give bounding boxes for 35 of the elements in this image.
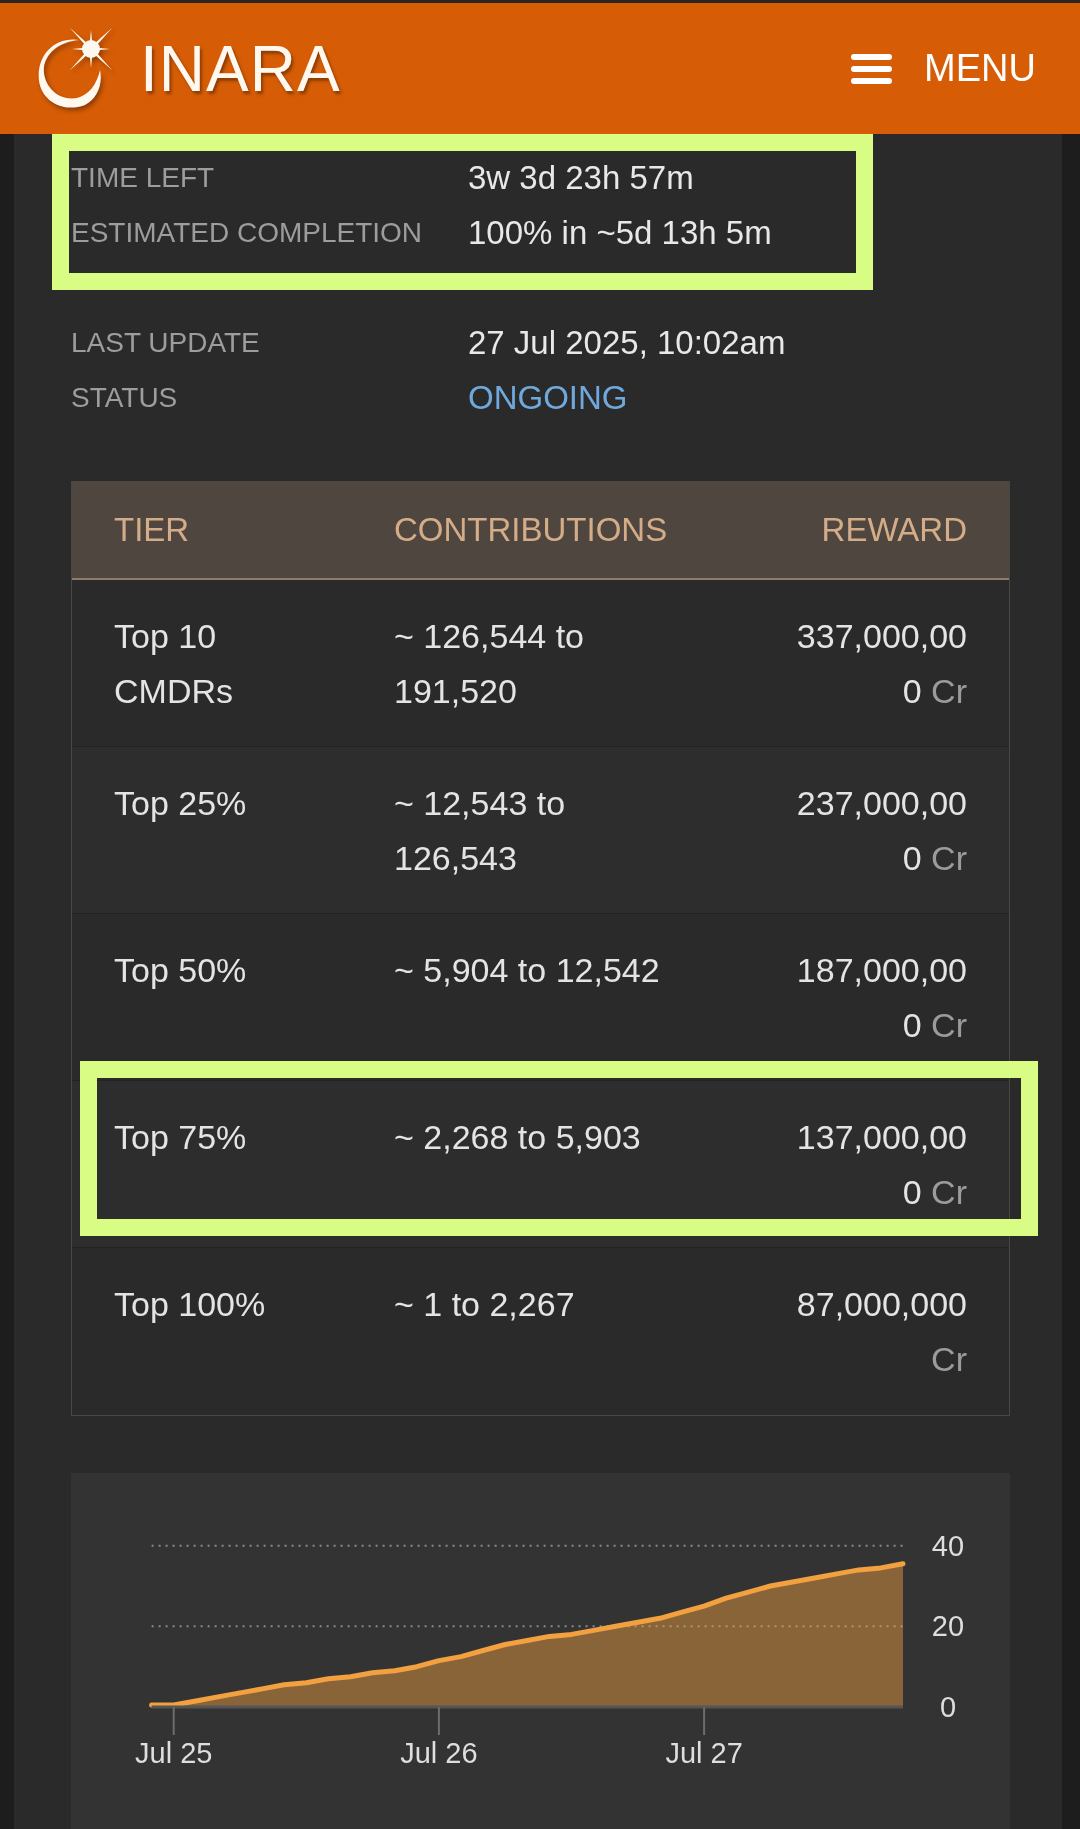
- reward-cell-text: 187,000,000 Cr: [795, 950, 967, 1046]
- reward-cell-text: 237,000,000 Cr: [795, 783, 967, 879]
- contributions-cell-text: ~ 2,268 to 5,903: [394, 1117, 641, 1158]
- tier-cell-text: Top 10 CMDRs: [114, 616, 234, 712]
- contributions-cell-text: ~ 1 to 2,267: [394, 1284, 575, 1325]
- contributions-cell-text: ~ 126,544 to 191,520: [394, 616, 585, 712]
- menu-icon: [851, 53, 893, 84]
- tier-cell-text: Top 25%: [114, 783, 247, 824]
- y-tick-label: 20: [931, 1610, 965, 1643]
- reward-cell-text: 87,000,000 Cr: [795, 1284, 967, 1380]
- reward-cell-text: 137,000,000 Cr: [795, 1117, 967, 1213]
- menu-button[interactable]: MENU: [851, 47, 1036, 90]
- tier-cell-text: Top 50%: [114, 950, 247, 991]
- contributions-cell-text: ~ 5,904 to 12,542: [394, 950, 660, 991]
- info-label: TIME LEFT: [71, 161, 215, 194]
- info-value: 100% in ~5d 13h 5m: [468, 213, 772, 252]
- contributions-cell-text: ~ 12,543 to 126,543: [394, 783, 567, 879]
- info-label: ESTIMATED COMPLETION: [71, 216, 423, 249]
- info-label: STATUS: [71, 381, 178, 414]
- y-tick-label: 40: [931, 1529, 965, 1562]
- reward-cell-text: 337,000,000 Cr: [795, 616, 967, 712]
- y-tick-label: 0: [939, 1691, 957, 1723]
- column-header: CONTRIBUTIONS: [394, 511, 668, 549]
- info-label: LAST UPDATE: [71, 326, 260, 359]
- tier-cell-text: Top 75%: [114, 1117, 247, 1158]
- status-value: ONGOING: [468, 378, 628, 417]
- column-header: TIER: [114, 511, 190, 549]
- home-logo-link[interactable]: INARA: [34, 25, 341, 112]
- x-tick-label: Jul 27: [665, 1737, 743, 1769]
- x-tick-label: Jul 25: [135, 1737, 213, 1769]
- tier-cell-text: Top 100%: [114, 1284, 266, 1325]
- info-value: 3w 3d 23h 57m: [468, 158, 694, 197]
- x-tick-label: Jul 26: [400, 1737, 478, 1769]
- info-value: 27 Jul 2025, 10:02am: [468, 323, 786, 362]
- column-header: REWARD: [821, 511, 967, 549]
